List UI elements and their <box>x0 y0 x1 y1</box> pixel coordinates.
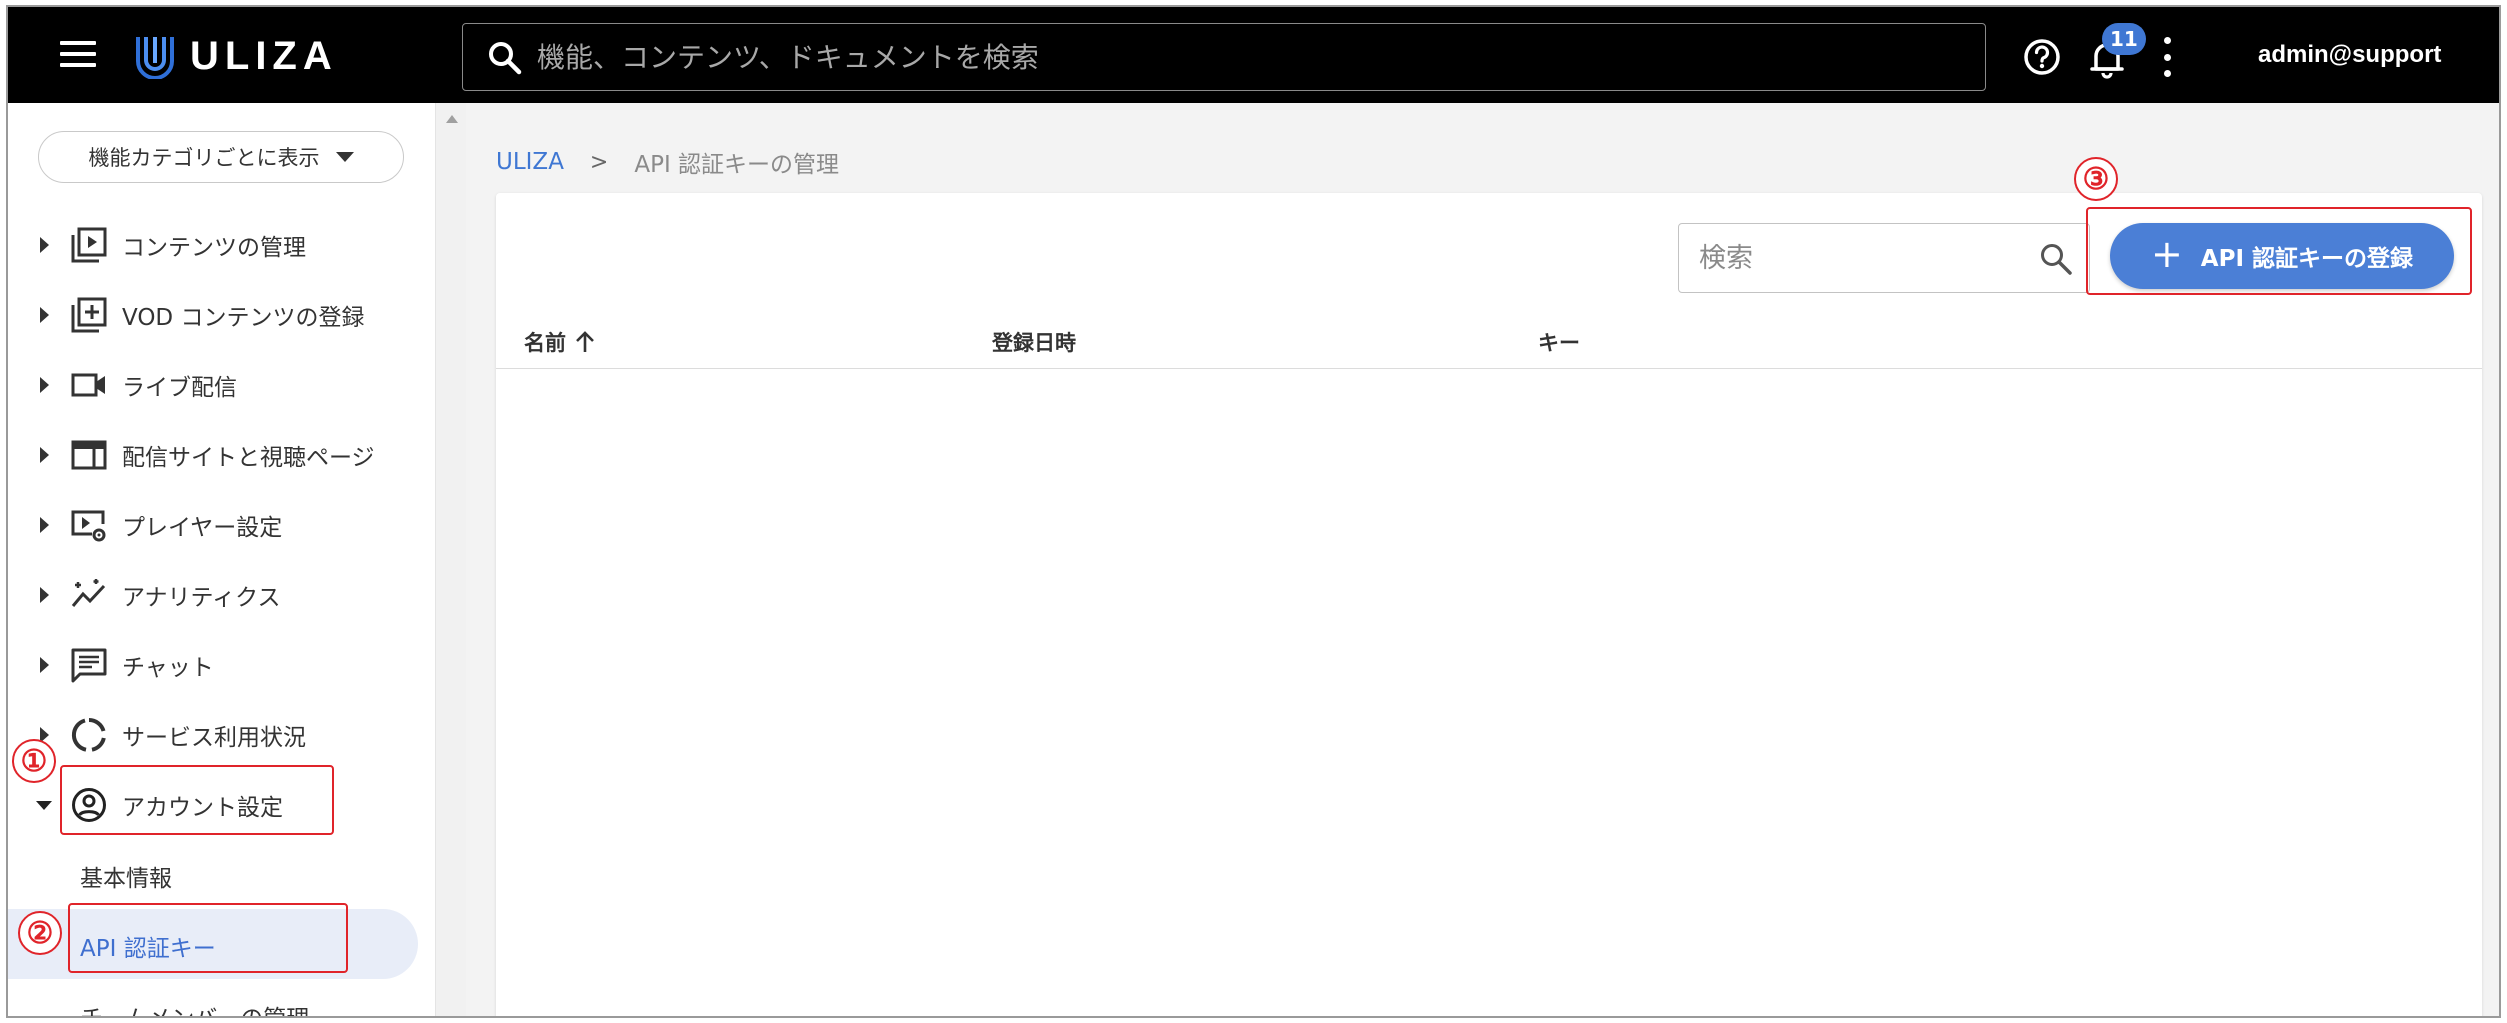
web-layout-icon <box>71 440 107 470</box>
sidebar-item-label: コンテンツの管理 <box>122 235 306 261</box>
logo-text[interactable]: ULIZA <box>190 33 338 79</box>
global-search[interactable] <box>462 23 1986 91</box>
annotation-marker-3: ③ <box>2074 157 2118 201</box>
uliza-logo-icon <box>136 37 174 79</box>
expand-arrow-icon[interactable] <box>40 237 49 253</box>
player-settings-icon <box>71 510 106 542</box>
sidebar-subitem-label: 基本情報 <box>80 866 172 892</box>
sidebar-scrollbar[interactable] <box>436 103 466 1016</box>
sidebar-item-label: サービス利用状況 <box>122 725 306 751</box>
sidebar-item-label: 配信サイトと視聴ページ <box>122 445 375 471</box>
breadcrumb: ULIZA > API 認証キーの管理 <box>496 145 839 179</box>
video-camera-icon <box>71 373 105 397</box>
table-header: 名前 登録日時 キー <box>496 313 2482 369</box>
sidebar-item-player[interactable]: プレイヤー設定 <box>8 489 436 559</box>
sidebar-item-vod-register[interactable]: VOD コンテンツの登録 <box>8 279 436 349</box>
column-header-label: キー <box>1538 331 1580 355</box>
sidebar-item-label: VOD コンテンツの登録 <box>122 305 365 331</box>
more-vert-icon[interactable] <box>2160 37 2174 77</box>
category-view-label: 機能カテゴリごとに表示 <box>88 146 320 170</box>
sidebar-item-label: ライブ配信 <box>122 375 237 401</box>
expand-arrow-icon[interactable] <box>40 587 49 603</box>
chat-icon <box>71 648 107 683</box>
sidebar: 機能カテゴリごとに表示 コンテンツの管理 VOD コンテンツの登録 ライブ配信 … <box>8 103 436 1016</box>
annotation-highlight-api-key <box>68 903 348 973</box>
api-key-card: + API 認証キーの登録 名前 登録日時 キー <box>496 193 2482 1016</box>
api-key-search-input[interactable] <box>1699 236 2019 280</box>
expand-arrow-icon[interactable] <box>40 307 49 323</box>
global-search-input[interactable] <box>537 34 1937 80</box>
scroll-up-icon[interactable] <box>446 115 458 123</box>
hamburger-menu-icon[interactable] <box>58 37 98 71</box>
search-icon <box>489 42 522 75</box>
donut-chart-icon <box>71 717 106 752</box>
sidebar-subitem-label: チームメンバーの管理 <box>80 999 309 1016</box>
help-icon[interactable] <box>2022 37 2062 77</box>
sidebar-subitem-basic-info[interactable]: 基本情報 <box>8 839 418 909</box>
sidebar-item-sites[interactable]: 配信サイトと視聴ページ <box>8 419 436 489</box>
sidebar-item-analytics[interactable]: アナリティクス <box>8 559 436 629</box>
annotation-highlight-account-settings <box>60 765 334 835</box>
expand-arrow-icon[interactable] <box>40 447 49 463</box>
column-header-label: 名前 <box>524 331 566 355</box>
column-header-key[interactable]: キー <box>1538 327 1580 357</box>
api-key-search[interactable] <box>1678 223 2090 293</box>
breadcrumb-separator: > <box>589 149 609 175</box>
annotation-highlight-add-button <box>2086 207 2472 295</box>
app-window: ULIZA 11 admin@support 機能カテゴリごとに表示 <box>6 5 2501 1018</box>
category-view-button[interactable]: 機能カテゴリごとに表示 <box>38 131 404 183</box>
top-header: ULIZA 11 admin@support <box>8 7 2499 103</box>
collapse-arrow-icon[interactable] <box>36 801 52 810</box>
sidebar-item-content-management[interactable]: コンテンツの管理 <box>8 209 436 279</box>
annotation-marker-2: ② <box>18 911 62 955</box>
user-account-label[interactable]: admin@support <box>2258 41 2441 69</box>
column-header-name[interactable]: 名前 <box>524 327 596 357</box>
video-library-icon <box>71 227 107 263</box>
sort-arrow-up-icon[interactable] <box>574 330 596 354</box>
expand-arrow-icon[interactable] <box>40 517 49 533</box>
breadcrumb-root-link[interactable]: ULIZA <box>496 149 564 175</box>
sidebar-item-live[interactable]: ライブ配信 <box>8 349 436 419</box>
annotation-marker-1: ① <box>12 739 56 783</box>
expand-arrow-icon[interactable] <box>40 657 49 673</box>
sidebar-item-label: プレイヤー設定 <box>122 515 283 541</box>
search-icon[interactable] <box>2039 242 2073 276</box>
expand-arrow-icon[interactable] <box>40 377 49 393</box>
breadcrumb-current: API 認証キーの管理 <box>634 152 840 178</box>
sidebar-subitem-team-members[interactable]: チームメンバーの管理 <box>8 979 418 1016</box>
sidebar-item-usage[interactable]: サービス利用状況 <box>8 699 436 769</box>
sidebar-item-label: チャット <box>122 655 214 681</box>
sidebar-item-chat[interactable]: チャット <box>8 629 436 699</box>
column-header-date[interactable]: 登録日時 <box>992 327 1076 357</box>
analytics-icon <box>71 579 106 607</box>
sidebar-item-label: アナリティクス <box>122 585 281 611</box>
column-header-label: 登録日時 <box>992 331 1076 355</box>
caret-down-icon <box>335 152 354 162</box>
notification-badge: 11 <box>2102 23 2146 55</box>
add-box-icon <box>71 297 107 333</box>
